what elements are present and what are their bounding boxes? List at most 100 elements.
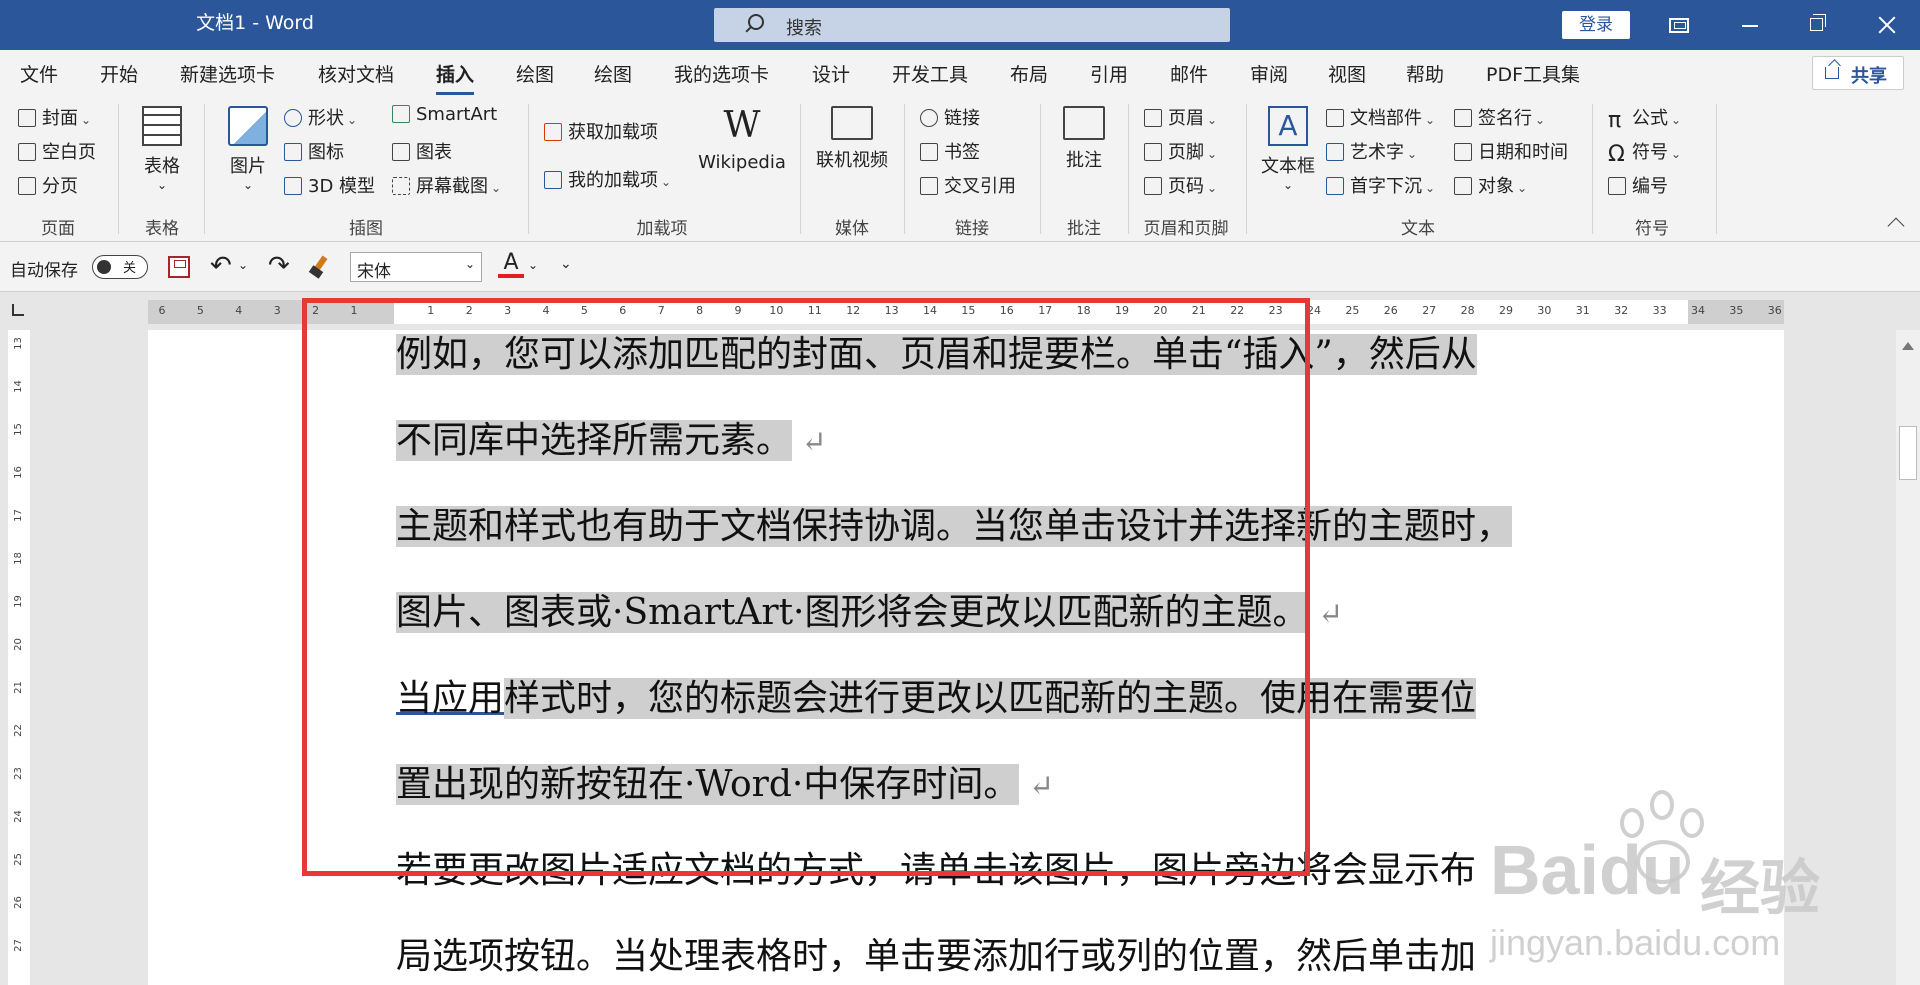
date-time-button[interactable]: 日期和时间 [1454,138,1568,164]
page-number-button[interactable]: 页码 ⌄ [1144,172,1217,198]
online-video-button[interactable]: 联机视频 [812,106,892,172]
pictures-button[interactable]: 图片 ⌄ [218,106,278,192]
collapse-ribbon-icon[interactable] [1887,217,1905,235]
icons-button[interactable]: 图标 [284,138,344,164]
cover-page-button[interactable]: 封面 ⌄ [18,104,91,130]
undo-icon[interactable]: ↶ [210,253,232,279]
restore-icon[interactable] [1786,0,1846,50]
tab-references[interactable]: 引用 [1090,60,1128,87]
tab-layout[interactable]: 布局 [1010,60,1048,87]
group-label-symbols: 符号 [1635,219,1669,239]
get-addins-button[interactable]: 获取加载项 [544,118,658,144]
blank-page-button[interactable]: 空白页 [18,138,96,164]
ruler-number: 21 [12,681,24,694]
screenshot-button[interactable]: 屏幕截图 ⌄ [392,172,501,198]
login-button[interactable]: 登录 [1562,11,1630,39]
wikipedia-button[interactable]: W Wikipedia [694,105,790,174]
scroll-thumb[interactable] [1899,426,1917,480]
equation-button[interactable]: π 公式 ⌄ [1608,104,1681,132]
object-button[interactable]: 对象 ⌄ [1454,172,1527,198]
separator [204,104,205,234]
search-box[interactable]: 搜索 [714,8,1230,42]
ruler-number: 34 [1691,304,1705,317]
page-break-button[interactable]: 分页 [18,172,78,198]
save-icon[interactable] [168,256,190,278]
tab-my-tab[interactable]: 我的选项卡 [674,60,769,87]
group-label-tables: 表格 [145,219,179,239]
tab-help[interactable]: 帮助 [1406,60,1444,87]
font-name-select[interactable]: 宋体 ⌄ [350,252,482,282]
footer-button[interactable]: 页脚 ⌄ [1144,138,1217,164]
undo-dropdown-icon[interactable]: ⌄ [238,258,248,272]
tab-design[interactable]: 设计 [812,60,850,87]
ruler-number: 6 [158,304,166,317]
separator [118,104,119,234]
ruler-number: 30 [1537,304,1552,317]
table-button[interactable]: 表格 ⌄ [132,106,192,192]
vertical-ruler[interactable]: 13 14 15 16 17 18 19 20 21 22 23 24 25 26 27 [8,330,30,985]
tab-developer[interactable]: 开发工具 [892,60,968,87]
format-painter-icon[interactable] [308,256,332,278]
ruler-number: 17 [12,509,24,522]
scroll-up-icon[interactable] [1902,342,1914,350]
document-line[interactable]: 局选项按钮。当处理表格时，单击要添加行或列的位置，然后单击加 [396,914,1476,985]
customize-toolbar-icon[interactable]: ⌄ [560,256,572,272]
autosave-toggle[interactable]: 关 [92,255,148,279]
drop-cap-button[interactable]: 首字下沉 ⌄ [1326,172,1435,198]
ruler-number: 24 [12,810,24,823]
quick-parts-button[interactable]: 文档部件 ⌄ [1326,104,1435,130]
share-button[interactable]: 共享 [1812,56,1904,90]
group-label-media: 媒体 [835,219,869,239]
numbering-button[interactable]: 编号 [1608,172,1668,198]
cross-reference-button[interactable]: 交叉引用 [920,172,1016,198]
symbol-button[interactable]: Ω 符号 ⌄ [1608,138,1681,166]
tab-check-doc[interactable]: 核对文档 [318,60,394,87]
group-label-illustrations: 插图 [349,219,383,239]
tab-insert[interactable]: 插入 [436,60,475,95]
tab-home[interactable]: 开始 [100,60,138,87]
tab-selector[interactable] [0,292,36,328]
table-icon [142,106,182,146]
cross-reference-icon [920,177,938,195]
3d-models-button[interactable]: 3D 模型 [284,172,375,198]
chart-button[interactable]: 图表 [392,138,452,164]
bookmark-button[interactable]: 书签 [920,138,980,164]
wordart-button[interactable]: 艺术字 ⌄ [1326,138,1417,164]
font-color-dropdown-icon[interactable]: ⌄ [528,258,538,272]
tab-draw-2[interactable]: 绘图 [594,60,632,87]
separator [528,104,529,234]
ruler-number: 4 [235,304,243,317]
watermark-cn: 经验 [1700,854,1820,924]
wikipedia-icon: W [723,105,761,146]
header-button[interactable]: 页眉 ⌄ [1144,104,1217,130]
ruler-number: 26 [12,896,24,909]
ruler-number: 3 [273,304,281,317]
tab-new-tab[interactable]: 新建选项卡 [180,60,275,87]
signature-line-button[interactable]: 签名行 ⌄ [1454,104,1545,130]
tab-draw-1[interactable]: 绘图 [516,60,554,87]
link-button[interactable]: 链接 [920,104,980,130]
ruler-number: 29 [1499,304,1513,317]
minimize-icon[interactable] [1720,0,1780,50]
tab-view[interactable]: 视图 [1328,60,1366,87]
group-label-header-footer: 页眉和页脚 [1143,219,1229,239]
signature-icon [1454,109,1472,127]
group-label-text: 文本 [1401,219,1435,239]
font-color-icon[interactable]: A [498,250,524,282]
shapes-button[interactable]: 形状 ⌄ [284,104,357,130]
group-label-pages: 页面 [41,219,75,239]
number-icon [1608,177,1626,195]
smartart-button[interactable]: SmartArt [392,104,497,125]
tab-mailings[interactable]: 邮件 [1170,60,1208,87]
tab-file[interactable]: 文件 [20,60,58,87]
tab-pdf-tools[interactable]: PDF工具集 [1486,60,1580,87]
redo-icon[interactable]: ↷ [268,253,290,279]
close-icon[interactable] [1856,0,1916,50]
my-addins-button[interactable]: 我的加载项 ⌄ [544,166,671,192]
textbox-button[interactable]: A 文本框 ⌄ [1256,106,1320,192]
ribbon-display-options-icon[interactable] [1648,0,1708,50]
paragraph-mark-icon: ↵ [1308,597,1344,632]
new-comment-button[interactable]: 批注 [1054,106,1114,172]
tab-review[interactable]: 审阅 [1250,60,1288,87]
ruler-number: 15 [12,423,24,436]
